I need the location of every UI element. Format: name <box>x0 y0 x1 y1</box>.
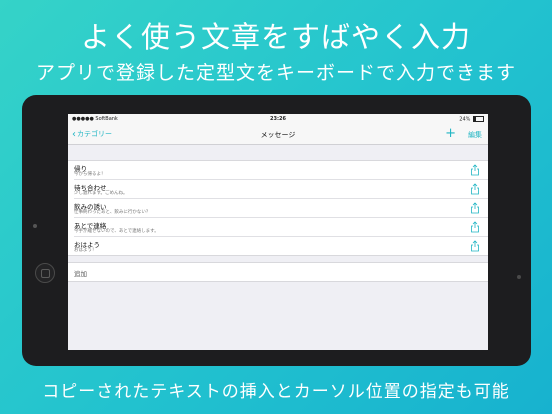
ipad-device: ●●●●● SoftBank 23:26 24% ‹カテゴリー メッセージ + … <box>22 95 531 366</box>
item-subtitle: 少し遅れます。ごめんね。 <box>74 191 128 196</box>
home-button[interactable] <box>35 263 55 283</box>
add-phrase-row[interactable]: 追加 <box>68 262 488 282</box>
headline-title: よく使う文章をすばやく入力 <box>80 20 471 54</box>
share-icon[interactable] <box>470 183 480 195</box>
list-item[interactable]: 飲みの誘い 仕事終わったあと、飲みに行かない？ <box>74 199 488 218</box>
list-item[interactable]: あとで連絡 今手が離せないので、あとで連絡します。 <box>74 218 488 237</box>
item-subtitle: おはよう！ <box>74 248 97 253</box>
battery-icon <box>473 116 484 122</box>
clock: 23:26 <box>270 116 286 122</box>
app-screen: ●●●●● SoftBank 23:26 24% ‹カテゴリー メッセージ + … <box>68 114 488 350</box>
navigation-bar: ‹カテゴリー メッセージ + 編集 <box>68 124 488 145</box>
share-icon[interactable] <box>470 221 480 233</box>
share-icon[interactable] <box>470 202 480 214</box>
headline-footer: コピーされたテキストの挿入とカーソル位置の指定も可能 <box>42 382 510 402</box>
battery-status: 24% <box>459 116 484 123</box>
page-title: メッセージ <box>260 131 296 139</box>
item-subtitle: 今から帰るよ！ <box>74 172 106 177</box>
add-button[interactable]: + <box>445 126 456 141</box>
camera-dot <box>33 224 37 228</box>
item-subtitle: 仕事終わったあと、飲みに行かない？ <box>74 210 151 215</box>
list-item[interactable]: 帰り 今から帰るよ！ <box>74 161 488 180</box>
battery-percent: 24% <box>459 116 471 123</box>
add-phrase-label: 追加 <box>74 270 87 278</box>
share-icon[interactable] <box>470 164 480 176</box>
item-subtitle: 今手が離せないので、あとで連絡します。 <box>74 229 159 234</box>
list-item[interactable]: 待ち合わせ 少し遅れます。ごめんね。 <box>74 180 488 199</box>
share-icon[interactable] <box>470 240 480 252</box>
list-item[interactable]: おはよう おはよう！ <box>74 237 488 255</box>
phrase-list: 帰り 今から帰るよ！ 待ち合わせ 少し遅れます。ごめんね。 飲みの誘い 仕事終わ… <box>68 160 488 256</box>
edit-button[interactable]: 編集 <box>468 130 482 140</box>
headline-subtitle: アプリで登録した定型文をキーボードで入力できます <box>35 62 516 84</box>
sensor-dot <box>517 275 521 279</box>
status-bar: ●●●●● SoftBank 23:26 24% <box>68 114 488 124</box>
